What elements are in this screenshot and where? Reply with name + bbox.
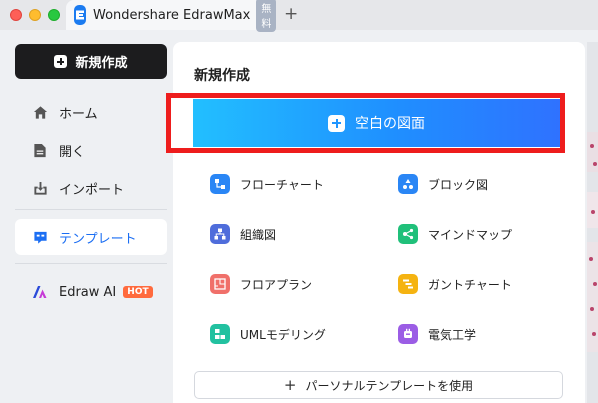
minimize-window-button[interactable] [29, 9, 41, 21]
sidebar-item-label: インポート [59, 182, 125, 198]
template-label: フローチャート [240, 177, 324, 192]
template-icon [32, 229, 48, 245]
template-floor-plan[interactable]: フロアプラン [210, 274, 312, 294]
sidebar-item-label: テンプレート [59, 231, 137, 247]
template-label: フロアプラン [240, 277, 313, 292]
new-document-label: 新規作成 [75, 56, 128, 71]
template-label: 組織図 [240, 227, 277, 242]
block-diagram-icon [398, 174, 418, 194]
zoom-window-button[interactable] [48, 9, 60, 21]
background-window-edge [587, 42, 598, 403]
template-flowchart[interactable]: フローチャート [210, 174, 324, 194]
free-badge: 無料 [256, 0, 277, 32]
edrawmax-logo-icon [74, 5, 86, 25]
sidebar-item-home[interactable]: ホーム [15, 94, 167, 130]
template-electrical[interactable]: 電気工学 [398, 324, 476, 344]
sidebar-item-label: Edraw AI [59, 284, 117, 300]
sidebar-divider [15, 263, 167, 264]
plus-icon [328, 114, 345, 132]
import-icon [32, 180, 48, 196]
sidebar-divider [15, 209, 167, 210]
sidebar-item-template[interactable]: テンプレート [15, 219, 167, 255]
template-uml[interactable]: UMLモデリング [210, 324, 326, 344]
app-tab[interactable]: Wondershare EdrawMax 無料 [66, 0, 277, 32]
tab-title: Wondershare EdrawMax [93, 7, 251, 23]
personal-template-label: パーソナルテンプレートを使用 [305, 378, 474, 393]
sidebar-item-open[interactable]: 開く [15, 132, 167, 168]
blank-drawing-label: 空白の図面 [355, 116, 425, 132]
org-chart-icon [210, 224, 230, 244]
document-icon [32, 142, 48, 158]
plus-icon [54, 55, 68, 68]
template-label: ガントチャート [428, 277, 512, 292]
hot-badge: HOT [123, 286, 153, 298]
use-personal-template-button[interactable]: + パーソナルテンプレートを使用 [194, 371, 563, 399]
sidebar-item-label: 開く [59, 144, 86, 160]
template-label: 電気工学 [428, 327, 477, 342]
sidebar-item-import[interactable]: インポート [15, 170, 167, 206]
sidebar-item-edraw-ai[interactable]: Edraw AI HOT [15, 274, 167, 310]
uml-icon [210, 324, 230, 344]
template-label: マインドマップ [428, 227, 513, 242]
blank-drawing-button[interactable]: 空白の図面 [193, 99, 560, 147]
page-title: 新規作成 [194, 68, 250, 84]
template-gantt-chart[interactable]: ガントチャート [398, 274, 512, 294]
template-block-diagram[interactable]: ブロック図 [398, 174, 488, 194]
floor-plan-icon [210, 274, 230, 294]
home-icon [32, 104, 48, 120]
new-document-button[interactable]: 新規作成 [15, 44, 167, 79]
new-tab-button[interactable]: + [284, 4, 298, 24]
title-bar: Wondershare EdrawMax 無料 + [0, 0, 598, 32]
template-label: ブロック図 [428, 177, 489, 192]
flowchart-icon [210, 174, 230, 194]
template-org-chart[interactable]: 組織図 [210, 224, 276, 244]
electrical-icon [398, 324, 418, 344]
gantt-chart-icon [398, 274, 418, 294]
edraw-ai-icon [32, 284, 48, 300]
sidebar-item-label: ホーム [59, 106, 98, 122]
template-mindmap[interactable]: マインドマップ [398, 224, 512, 244]
plus-icon: + [283, 376, 297, 394]
close-window-button[interactable] [10, 9, 22, 21]
mindmap-icon [398, 224, 418, 244]
template-label: UMLモデリング [240, 327, 326, 342]
